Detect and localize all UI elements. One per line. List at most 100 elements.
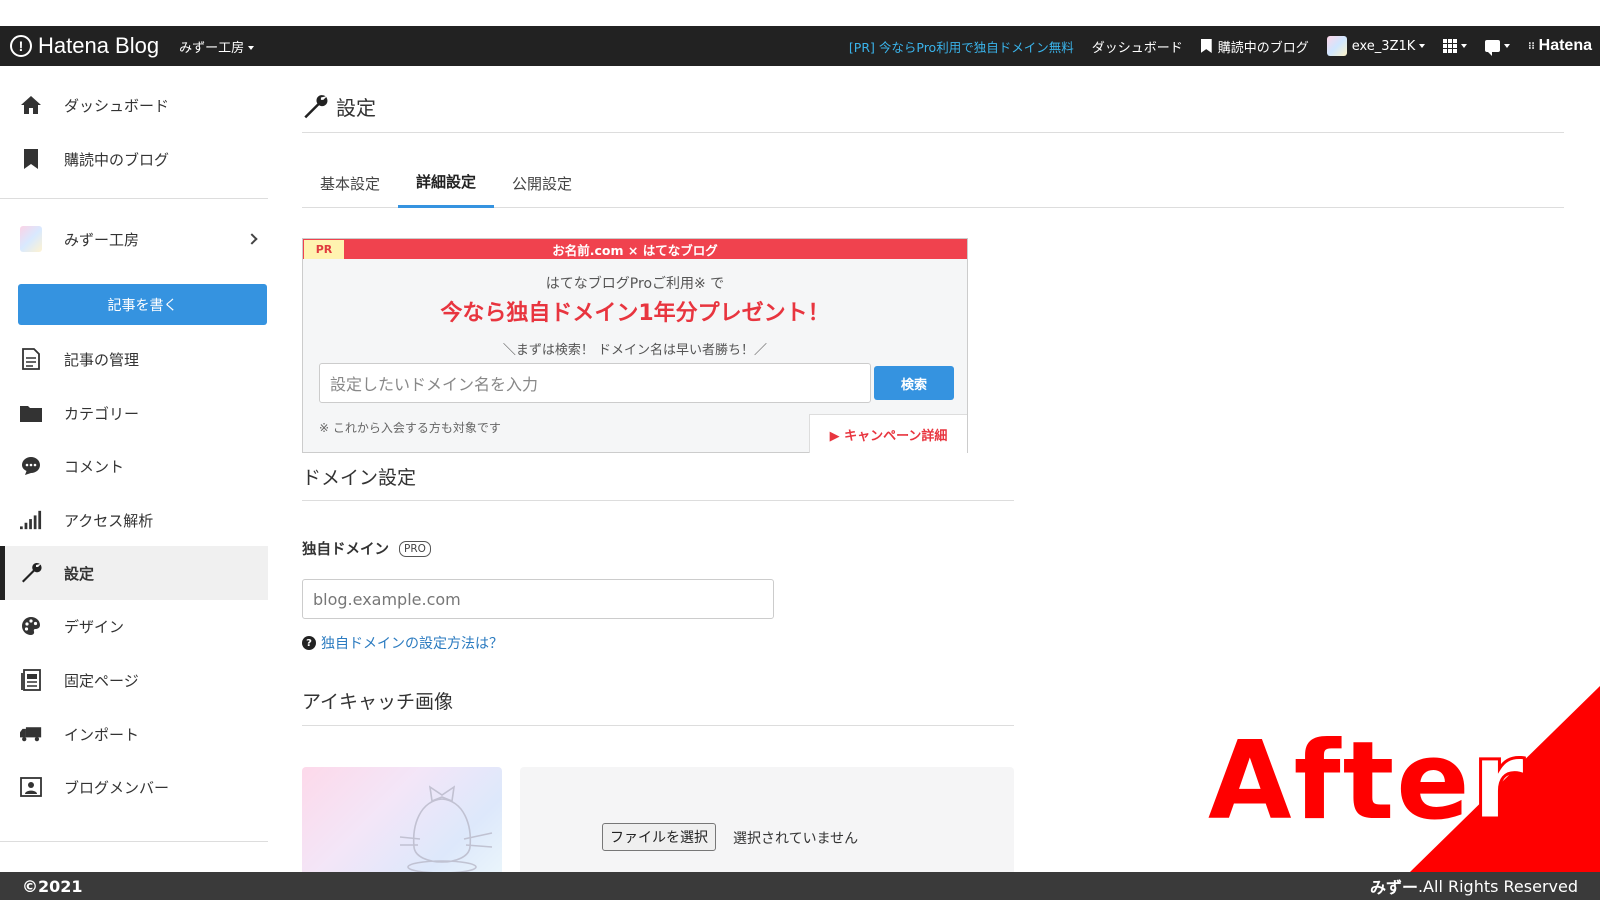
hatena-logo[interactable]: ⁝⁝ Hatena [1528,37,1592,55]
footer-rights: みずー .All Rights Reserved [1370,874,1578,898]
pr-promo-link[interactable]: [PR] 今ならPro利用で独自ドメイン無料 [849,37,1074,56]
section-divider [302,725,1014,726]
sidebar-item-label: コメント [64,457,125,476]
blog-selector[interactable]: みずー工房 [179,37,255,56]
sidebar-divider [0,198,268,199]
sidebar-item-label: 記事の管理 [64,350,140,369]
sidebar-item-label: ブログメンバー [64,778,170,797]
pr-domain-search-input[interactable]: 設定したいドメイン名を入力 [319,363,871,403]
top-subscribed-label: 購読中のブログ [1217,40,1309,56]
footer-owner: みずー [1369,878,1418,897]
sidebar-item-analytics[interactable]: アクセス解析 [0,493,268,547]
palette-icon [20,615,42,637]
eyecatch-thumbnail [302,767,502,873]
sidebar-item-categories[interactable]: カテゴリー [0,386,268,440]
sidebar: ダッシュボード 購読中のブログ みずー工房 記事を書く 記事の管理 カテゴリー [0,66,268,872]
custom-domain-help-link[interactable]: ? 独自ドメインの設定方法は？ [302,633,503,653]
eyecatch-upload-area: ファイルを選択 選択されていません [520,767,1014,873]
screenshot-frame: ! Hatena Blog みずー工房 [PR] 今ならPro利用で独自ドメイン… [0,0,1600,900]
sidebar-item-label: ダッシュボード [64,96,170,115]
hatena-logo-text: Hatena [1538,37,1592,54]
sidebar-item-label: 設定 [64,564,95,583]
sidebar-item-label: 固定ページ [64,671,139,690]
notifications-menu[interactable] [1485,40,1511,56]
sidebar-item-label: カテゴリー [64,404,140,423]
eyecatch-section-title: アイキャッチ画像 [302,691,454,713]
caret-down-icon [1461,44,1468,48]
settings-tabs: 基本設定 詳細設定 公開設定 [302,158,1564,208]
sidebar-item-subscribed[interactable]: 購読中のブログ [0,132,268,186]
page-title-text: 設定 [336,96,376,120]
sidebar-item-label: アクセス解析 [64,511,154,530]
sidebar-item-import[interactable]: インポート [0,707,268,761]
footer: ©2021 みずー .All Rights Reserved [0,872,1600,900]
hatena-blog-logo[interactable]: ! Hatena Blog [10,33,159,59]
custom-domain-label: 独自ドメイン PRO [302,538,431,559]
sidebar-item-articles[interactable]: 記事の管理 [0,332,268,386]
folder-icon [20,402,42,424]
sidebar-blog-selector[interactable]: みずー工房 [0,212,268,266]
custom-domain-input[interactable]: blog.example.com [302,579,774,619]
truck-icon [20,723,42,745]
blog-selector-label: みずー工房 [179,40,245,56]
write-article-button[interactable]: 記事を書く [18,284,267,325]
home-icon [20,94,42,116]
help-link-text: 独自ドメインの設定方法は？ [321,636,503,652]
sidebar-divider [0,841,268,842]
footer-copyright: ©2021 [22,876,83,896]
tab-publish-settings[interactable]: 公開設定 [494,158,590,208]
top-dashboard-link[interactable]: ダッシュボード [1092,37,1183,56]
comment-icon [20,455,42,477]
blog-avatar-wrap [20,226,42,252]
blog-avatar [20,226,42,252]
tab-basic-settings[interactable]: 基本設定 [302,158,398,208]
document-icon [20,348,42,370]
caret-down-icon [1419,44,1426,48]
bookmark-icon [20,148,42,170]
pr-badge: PR [304,240,344,259]
sidebar-item-comments[interactable]: コメント [0,439,268,493]
pr-subtitle: はてなブログProご利用※ で [545,276,725,292]
hatena-logo-icon: ! [10,35,32,57]
top-navbar: ! Hatena Blog みずー工房 [PR] 今ならPro利用で独自ドメイン… [0,26,1600,66]
pr-campaign-link[interactable]: ▶ キャンペーン詳細 [809,414,967,453]
file-status-text: 選択されていません [733,831,859,847]
sidebar-item-label: 購読中のブログ [64,150,170,169]
user-menu[interactable]: exe_3Z1K [1326,36,1426,56]
caret-down-icon [248,46,255,50]
wrench-icon [20,562,42,584]
pr-header: PR お名前.com × はてなブログ [303,239,967,259]
chevron-right-icon [246,233,258,245]
tab-advanced-settings[interactable]: 詳細設定 [398,158,495,208]
sidebar-item-settings[interactable]: 設定 [0,546,268,600]
pro-badge: PRO [399,540,431,557]
username-label: exe_3Z1K [1351,38,1416,54]
after-label-main: Afte [1208,719,1472,844]
notification-chat-icon [1485,40,1501,56]
pr-headline: 今なら独自ドメイン1年分プレゼント！ [440,301,830,326]
sidebar-item-static-pages[interactable]: 固定ページ [0,653,268,707]
wrench-icon [302,94,328,120]
character-illustration [399,785,493,873]
top-subscribed-link[interactable]: 購読中のブログ [1200,37,1309,56]
sidebar-item-design[interactable]: デザイン [0,599,268,653]
page-title: 設定 [302,92,376,121]
caret-down-icon [1504,44,1511,48]
pr-search-button[interactable]: 検索 [874,366,954,400]
user-avatar [1326,36,1347,56]
after-label: After [1208,726,1527,837]
apps-menu[interactable] [1443,39,1468,53]
apps-grid-icon [1443,39,1458,53]
domain-section-title: ドメイン設定 [302,467,417,489]
question-icon: ? [302,636,316,650]
bookmark-icon [1200,39,1212,53]
pr-note: ※ これから入会する方も対象です [319,421,501,435]
page-icon [20,669,42,691]
members-icon [20,776,42,798]
after-label-last: r [1470,719,1527,844]
choose-file-button[interactable]: ファイルを選択 [602,823,716,851]
sidebar-item-members[interactable]: ブログメンバー [0,760,268,814]
pr-header-text: お名前.com × はてなブログ [552,242,718,258]
section-divider [302,500,1014,501]
sidebar-item-dashboard[interactable]: ダッシュボード [0,78,268,132]
